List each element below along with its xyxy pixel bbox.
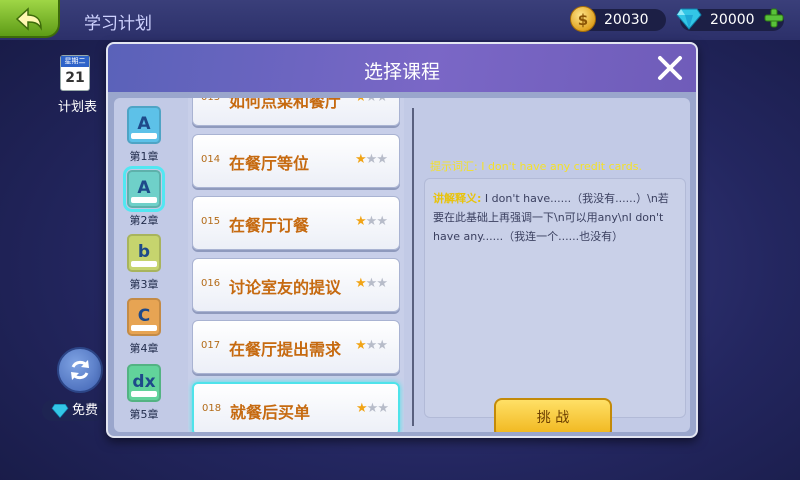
lesson-name: 就餐后买单: [230, 403, 311, 422]
lesson-list[interactable]: 013如何点菜和餐厅★★★014在餐厅等位★★★015在餐厅订餐★★★016讨论…: [188, 98, 404, 432]
star-icon: ★: [376, 214, 388, 229]
book-icon: A: [123, 166, 165, 212]
book-glyph: C: [137, 306, 151, 326]
star-icon: ★: [376, 152, 388, 167]
lesson-item[interactable]: 018 就餐后买单 ★★★: [192, 382, 400, 432]
lesson-item[interactable]: 013如何点菜和餐厅★★★: [192, 98, 400, 126]
calendar-weekday: 星期二: [61, 56, 89, 67]
star-rating: ★★★: [356, 401, 389, 416]
explanation-label: 讲解释义:: [433, 192, 482, 205]
close-icon[interactable]: [654, 52, 686, 84]
book-icon: A: [127, 106, 161, 144]
dialog-header: 选择课程: [108, 44, 696, 92]
lesson-number: 013: [201, 98, 220, 103]
star-icon: ★: [355, 214, 367, 229]
star-icon: ★: [365, 338, 378, 353]
chapter-tab-5[interactable]: dx 第5章: [124, 364, 164, 422]
star-icon: ★: [355, 338, 367, 353]
dialog-title: 选择课程: [363, 61, 440, 83]
calendar-day: 21: [65, 70, 85, 86]
lesson-name: 讨论室友的提议: [229, 278, 342, 297]
back-arrow-icon: [15, 7, 42, 31]
calendar-icon[interactable]: 星期二 21: [60, 55, 90, 91]
book-page: [131, 133, 157, 139]
screen-title: 学习计划: [84, 14, 152, 34]
star-rating: ★★★: [355, 338, 388, 353]
book-glyph: dx: [132, 372, 156, 392]
diamond-icon: [676, 8, 702, 30]
book-page: [131, 325, 157, 331]
star-rating: ★★★: [355, 214, 388, 229]
add-gems-icon[interactable]: [764, 8, 784, 28]
lesson-item[interactable]: 015 在餐厅订餐 ★★★: [192, 196, 400, 250]
chapter-tab-1[interactable]: A 第1章: [124, 106, 164, 164]
dialog-body: A第1章A第2章b第3章C第4章dx第5章 013如何点菜和餐厅★★★014在餐…: [114, 98, 690, 432]
select-course-dialog: 选择课程 A第1章A第2章b第3章C第4章dx第5章 013如何点菜和餐厅★★★…: [106, 42, 698, 438]
star-icon: ★: [377, 401, 389, 416]
book-glyph: A: [137, 114, 151, 134]
star-icon: ★: [366, 401, 379, 416]
back-button[interactable]: [0, 0, 60, 38]
star-icon: ★: [355, 98, 367, 105]
coin-icon: $: [570, 6, 596, 32]
explanation-text: 讲解释义: I don't have......（我没有......）\n若要在…: [433, 189, 669, 246]
star-icon: ★: [376, 276, 388, 291]
book-page: [131, 261, 157, 267]
lesson-number: 018: [202, 403, 222, 414]
book-page: [131, 391, 157, 397]
book-glyph: b: [137, 242, 151, 262]
chapter-tab-3[interactable]: b 第3章: [124, 234, 164, 292]
lesson-item[interactable]: 016 讨论室友的提议 ★★★: [192, 258, 400, 312]
book-icon: b: [127, 234, 161, 272]
refresh-icon: [71, 360, 89, 380]
star-icon: ★: [376, 338, 388, 353]
challenge-button[interactable]: 挑 战: [494, 398, 612, 432]
chapter-label: 第2章: [129, 214, 159, 227]
book-icon: dx: [127, 364, 161, 402]
lesson-name: 在餐厅订餐: [229, 216, 310, 235]
hint-vocabulary: 提示词汇: I don't have any credit cards.: [430, 160, 642, 173]
divider: [412, 108, 414, 426]
star-icon: ★: [355, 276, 367, 291]
star-icon: ★: [376, 98, 388, 105]
chapter-label: 第4章: [129, 342, 159, 355]
star-icon: ★: [365, 276, 378, 291]
star-icon: ★: [365, 214, 378, 229]
explanation-box: 讲解释义: I don't have......（我没有......）\n若要在…: [424, 178, 686, 418]
lesson-number: 017: [201, 340, 221, 351]
lesson-item[interactable]: 014 在餐厅等位 ★★★: [192, 134, 400, 188]
top-bar: 学习计划 20030 $ 20000: [0, 0, 800, 40]
chapter-tab-4[interactable]: C 第4章: [124, 298, 164, 356]
lesson-name: 如何点菜和餐厅: [229, 98, 342, 111]
star-icon: ★: [365, 152, 378, 167]
star-icon: ★: [355, 152, 367, 167]
book-icon: C: [127, 298, 161, 336]
chapter-label: 第5章: [129, 408, 159, 421]
lesson-item[interactable]: 017 在餐厅提出需求 ★★★: [192, 320, 400, 374]
book-glyph: A: [137, 178, 151, 198]
chapter-label: 第1章: [129, 150, 159, 163]
lesson-name: 在餐厅提出需求: [229, 340, 342, 359]
book-page: [131, 197, 157, 203]
chapter-label: 第3章: [129, 278, 159, 291]
lesson-name: 在餐厅等位: [229, 154, 310, 173]
refresh-button[interactable]: [57, 347, 103, 393]
star-icon: ★: [366, 98, 378, 105]
diamond-icon: [51, 404, 69, 419]
lesson-number: 014: [201, 154, 221, 165]
star-rating: ★★★: [355, 98, 388, 105]
star-icon: ★: [356, 401, 368, 416]
plan-label[interactable]: 计划表: [58, 96, 97, 115]
star-rating: ★★★: [355, 276, 388, 291]
lesson-number: 015: [201, 216, 221, 227]
star-rating: ★★★: [355, 152, 388, 167]
chapter-tab-2[interactable]: A 第2章: [123, 166, 165, 228]
lesson-number: 016: [201, 278, 221, 289]
